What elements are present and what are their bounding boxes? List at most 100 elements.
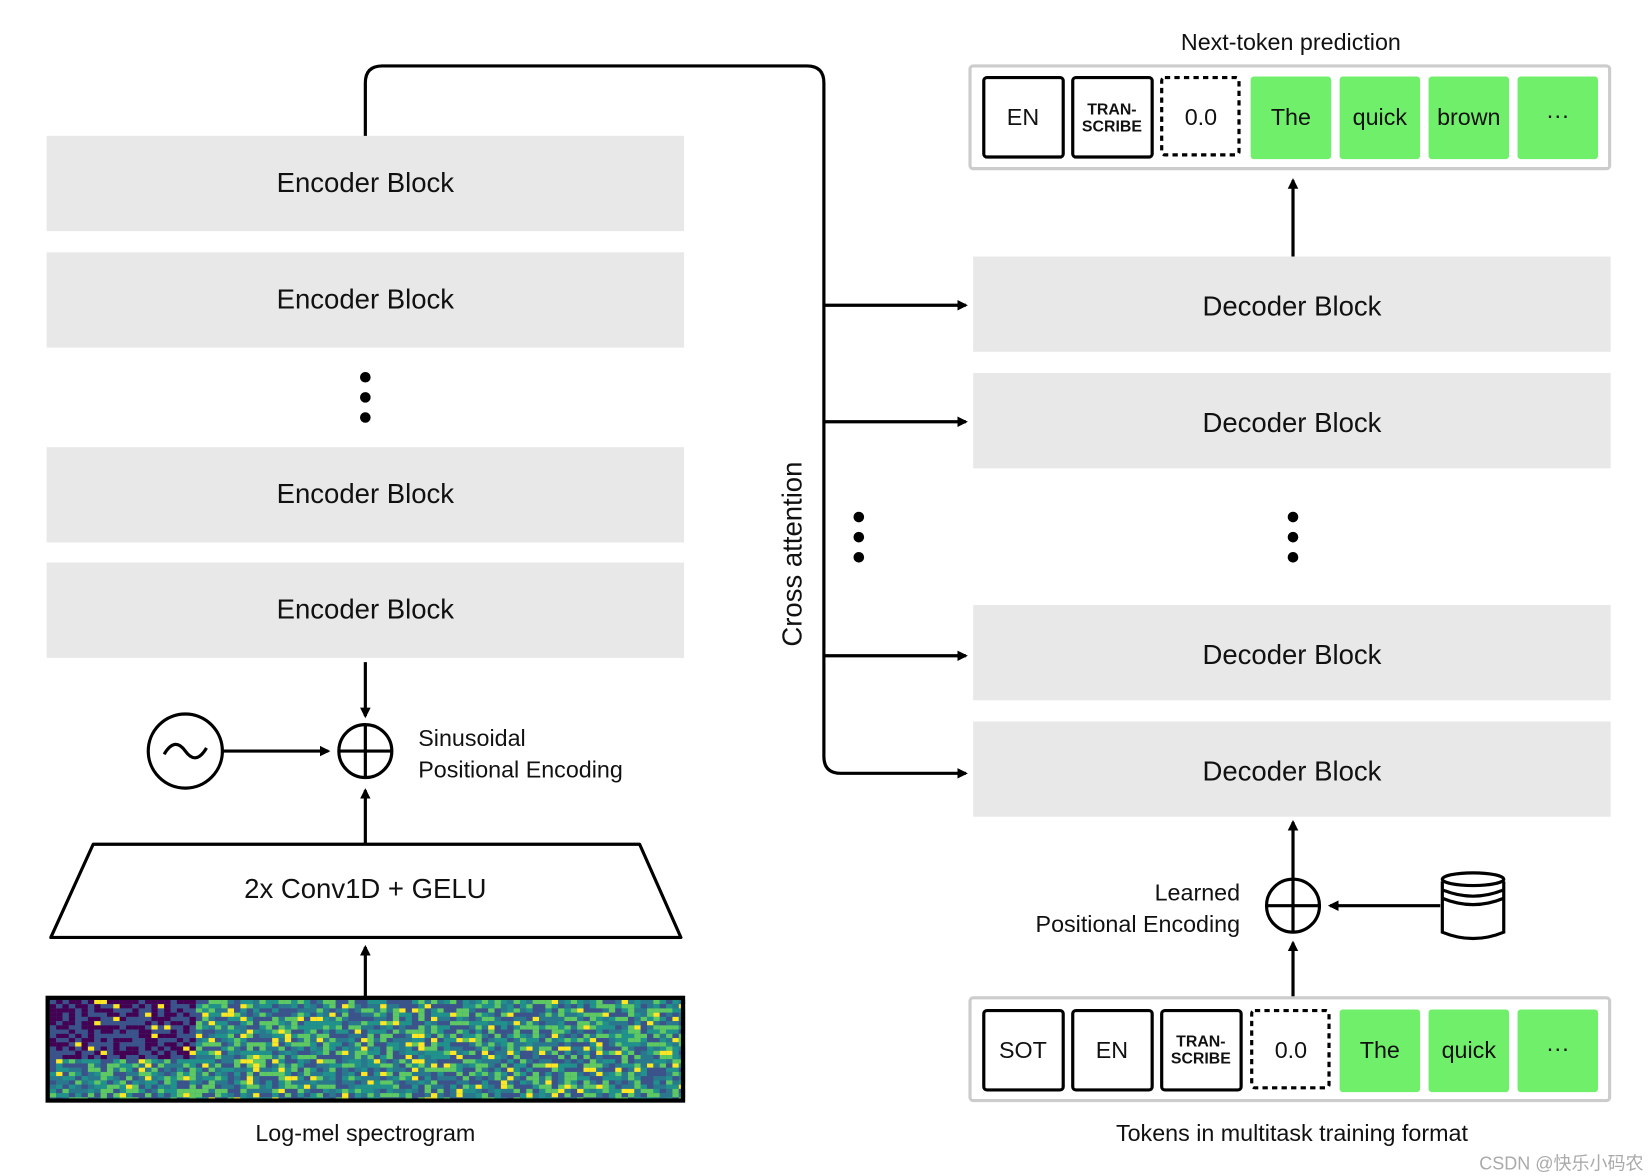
- spectrogram-cell: [507, 999, 514, 1005]
- spectrogram-cell: [354, 1016, 362, 1022]
- spectrogram-cell: [627, 1088, 635, 1094]
- spectrogram-cell: [405, 1008, 412, 1013]
- spectrogram-cell: [278, 999, 285, 1005]
- spectrogram-cell: [647, 1012, 654, 1017]
- spectrogram-cell: [437, 1008, 444, 1013]
- svg-text:···: ···: [1546, 102, 1569, 128]
- spectrogram-cell: [195, 1088, 203, 1094]
- spectrogram-cell: [570, 1055, 578, 1060]
- log-mel-spectrogram: [45, 995, 686, 1103]
- spectrogram-cell: [627, 999, 635, 1005]
- spectrogram-cell: [272, 1071, 279, 1077]
- spectrogram-cell: [119, 1029, 127, 1034]
- spectrogram-cell: [189, 1029, 196, 1034]
- spectrogram-cell: [672, 1050, 679, 1056]
- spectrogram-cell: [221, 1076, 228, 1081]
- spectrogram-cell: [240, 1067, 247, 1072]
- spectrogram-cell: [87, 1033, 95, 1039]
- spectrogram-cell: [545, 1093, 552, 1098]
- spectrogram-cell: [56, 999, 63, 1005]
- spectrogram-cell: [272, 1016, 279, 1022]
- spectrogram-cell: [456, 1038, 463, 1043]
- spectrogram-cell: [208, 1008, 215, 1013]
- spectrogram-cell: [240, 1038, 247, 1043]
- spectrogram-cell: [221, 1071, 228, 1077]
- spectrogram-cell: [322, 1080, 330, 1085]
- spectrogram-cell: [659, 1071, 667, 1077]
- spectrogram-cell: [608, 1080, 616, 1085]
- spectrogram-cell: [348, 1063, 355, 1068]
- spectrogram-cell: [62, 1042, 69, 1047]
- spectrogram-cell: [411, 1084, 419, 1089]
- spectrogram-cell: [596, 1076, 603, 1081]
- spectrogram-cell: [488, 1021, 495, 1026]
- spectrogram-cell: [272, 1012, 279, 1017]
- spectrogram-cell: [157, 1012, 165, 1017]
- spectrogram-cell: [392, 1046, 400, 1051]
- spectrogram-cell: [62, 1008, 69, 1013]
- spectrogram-cell: [500, 1012, 508, 1017]
- spectrogram-cell: [151, 1088, 158, 1094]
- spectrogram-cell: [234, 1055, 241, 1060]
- spectrogram-cell: [602, 1016, 609, 1022]
- spectrogram-cell: [303, 1016, 311, 1022]
- spectrogram-cell: [68, 1063, 76, 1068]
- spectrogram-cell: [475, 999, 482, 1005]
- spectrogram-cell: [329, 1042, 336, 1047]
- spectrogram-cell: [577, 1084, 584, 1089]
- spectrogram-cell: [475, 1008, 482, 1013]
- spectrogram-cell: [513, 1029, 520, 1034]
- spectrogram-cell: [551, 1050, 559, 1056]
- spectrogram-cell: [208, 1046, 215, 1051]
- token-timestamp: 0.0: [1160, 75, 1241, 157]
- spectrogram-cell: [513, 1088, 520, 1094]
- spectrogram-cell: [49, 1080, 57, 1085]
- spectrogram-cell: [488, 1084, 495, 1089]
- spectrogram-cell: [367, 1088, 374, 1094]
- spectrogram-cell: [195, 1076, 203, 1081]
- spectrogram-cell: [380, 1038, 387, 1043]
- spectrogram-cell: [94, 1021, 101, 1026]
- spectrogram-cell: [183, 1055, 190, 1060]
- spectrogram-cell: [589, 1004, 597, 1009]
- spectrogram-cell: [342, 1071, 349, 1077]
- spectrogram-cell: [640, 1038, 648, 1043]
- spectrogram-cell: [608, 1025, 616, 1030]
- spectrogram-cell: [621, 1055, 628, 1060]
- spectrogram-cell: [469, 1059, 476, 1064]
- spectrogram-cell: [507, 1088, 514, 1094]
- spectrogram-cell: [640, 1021, 648, 1026]
- spectrogram-cell: [558, 1059, 565, 1064]
- spectrogram-cell: [380, 1063, 387, 1068]
- spectrogram-cell: [392, 1093, 400, 1098]
- spectrogram-cell: [481, 1025, 489, 1030]
- spectrogram-cell: [539, 1008, 546, 1013]
- svg-text:SCRIBE: SCRIBE: [1082, 119, 1142, 136]
- spectrogram-cell: [132, 1050, 139, 1056]
- spectrogram-cell: [87, 1055, 95, 1060]
- spectrogram-cell: [253, 1042, 260, 1047]
- spectrogram-cell: [189, 1084, 196, 1089]
- spectrogram-cell: [596, 1033, 603, 1039]
- spectrogram-cell: [532, 1012, 540, 1017]
- spectrogram-cell: [322, 1038, 330, 1043]
- spectrogram-cell: [634, 1004, 641, 1009]
- spectrogram-cell: [189, 1067, 196, 1072]
- spectrogram-cell: [297, 1004, 304, 1009]
- spectrogram-cell: [596, 1025, 603, 1030]
- spectrogram-cell: [615, 1063, 622, 1068]
- spectrogram-cell: [62, 1080, 69, 1085]
- spectrogram-cell: [666, 1063, 673, 1068]
- spectrogram-cell: [354, 1004, 362, 1009]
- spectrogram-cell: [56, 1033, 63, 1039]
- spectrogram-cell: [240, 1008, 247, 1013]
- spectrogram-cell: [386, 1033, 393, 1039]
- spectrogram-cell: [659, 1063, 667, 1068]
- spectrogram-cell: [170, 1055, 177, 1060]
- spectrogram-cell: [373, 1055, 381, 1060]
- spectrogram-cell: [329, 1008, 336, 1013]
- spectrogram-cell: [621, 1016, 628, 1022]
- spectrogram-cell: [335, 1071, 343, 1077]
- spectrogram-cell: [608, 1067, 616, 1072]
- spectrogram-cell: [227, 1042, 235, 1047]
